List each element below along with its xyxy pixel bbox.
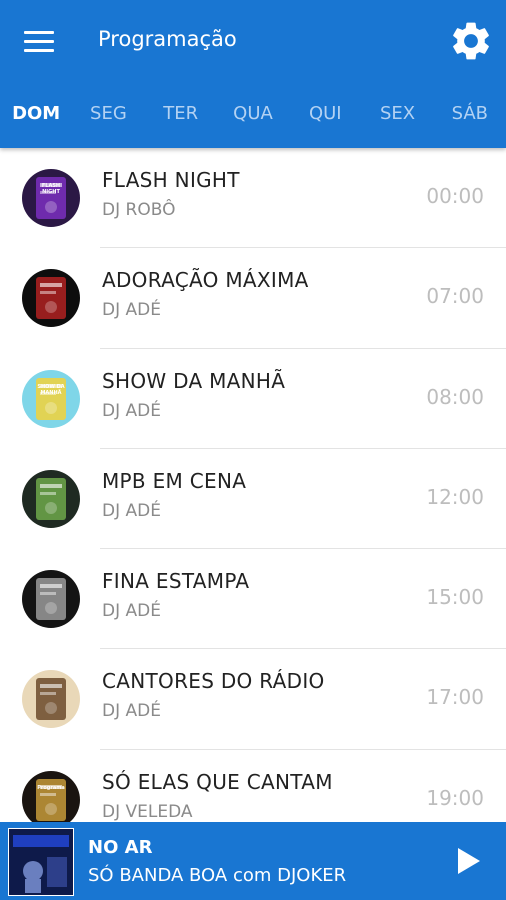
show-thumbnail — [22, 469, 80, 528]
app-bar: Programação DOM SEG TER QUA QUI SEX SÁB — [0, 0, 506, 148]
tab-dom[interactable]: DOM — [0, 92, 72, 136]
show-thumbnail-text: SHOW DA MANHÃ — [37, 383, 65, 396]
show-title: MPB EM CENA — [102, 468, 247, 493]
show-host: DJ ADÉ — [102, 701, 161, 722]
show-thumbnail — [22, 670, 80, 729]
show-host: DJ VELEDA — [102, 801, 193, 822]
show-time: 17:00 — [426, 685, 484, 710]
list-item[interactable]: CANTORES DO RÁDIO DJ ADÉ 17:00 — [0, 649, 506, 750]
show-thumbnail: FLASH NIGHT — [22, 169, 80, 227]
show-time: 15:00 — [426, 585, 484, 610]
play-icon[interactable] — [452, 845, 484, 877]
show-host: DJ ROBÔ — [102, 200, 176, 220]
show-host: DJ ADÉ — [102, 400, 161, 421]
tab-qua[interactable]: QUA — [217, 92, 289, 136]
page-title: Programação — [98, 27, 237, 51]
gear-icon[interactable] — [448, 18, 494, 64]
show-title: CANTORES DO RÁDIO — [102, 669, 325, 694]
now-playing-thumbnail — [8, 828, 74, 896]
list-item[interactable]: ADORAÇÃO MÁXIMA DJ ADÉ 07:00 — [0, 248, 506, 349]
show-host: DJ ADÉ — [102, 500, 161, 521]
list-item[interactable]: Programa SÓ ELAS QUE CANTAM DJ VELEDA 19:00 — [0, 750, 506, 822]
show-time: 08:00 — [426, 384, 484, 409]
show-title: FINA ESTAMPA — [102, 569, 250, 594]
schedule-list: FLASH NIGHT FLASH NIGHT DJ ROBÔ 00:00 ADORAÇ… — [0, 148, 506, 822]
show-host: DJ ADÉ — [102, 300, 161, 321]
tab-sex[interactable]: SEX — [361, 92, 433, 136]
tab-seg[interactable]: SEG — [72, 92, 144, 136]
list-item[interactable]: SHOW DA MANHÃ SHOW DA MANHÃ DJ ADÉ 08:00 — [0, 349, 506, 449]
show-thumbnail: SHOW DA MANHÃ — [22, 369, 80, 428]
show-title: FLASH NIGHT — [102, 168, 240, 192]
show-thumbnail: Programa — [22, 770, 80, 822]
list-item[interactable]: FINA ESTAMPA DJ ADÉ 15:00 — [0, 549, 506, 650]
tab-qui[interactable]: QUI — [289, 92, 361, 136]
show-thumbnail-text: FLASH NIGHT — [41, 183, 61, 195]
tab-sáb[interactable]: SÁB — [434, 92, 506, 136]
list-item[interactable]: MPB EM CENA DJ ADÉ 12:00 — [0, 449, 506, 550]
show-host: DJ ADÉ — [102, 601, 161, 622]
on-air-label: NO AR — [88, 837, 153, 858]
show-thumbnail — [22, 269, 80, 328]
show-time: 07:00 — [426, 284, 484, 309]
now-playing-title: SÓ BANDA BOA com DJOKER — [88, 865, 347, 886]
menu-icon[interactable] — [18, 24, 62, 60]
show-thumbnail — [22, 570, 80, 629]
now-playing-bar[interactable]: NO AR SÓ BANDA BOA com DJOKER — [0, 822, 506, 900]
show-time: 00:00 — [426, 184, 484, 208]
show-title: SHOW DA MANHÃ — [102, 368, 286, 393]
day-tabs: DOM SEG TER QUA QUI SEX SÁB — [0, 92, 506, 136]
show-time: 19:00 — [426, 785, 484, 810]
show-title: ADORAÇÃO MÁXIMA — [102, 268, 309, 293]
show-time: 12:00 — [426, 484, 484, 509]
list-item[interactable]: FLASH NIGHT FLASH NIGHT DJ ROBÔ 00:00 — [0, 148, 506, 249]
tab-ter[interactable]: TER — [145, 92, 217, 136]
show-thumbnail-text: Programa — [37, 784, 65, 791]
show-title: SÓ ELAS QUE CANTAM — [102, 769, 333, 794]
